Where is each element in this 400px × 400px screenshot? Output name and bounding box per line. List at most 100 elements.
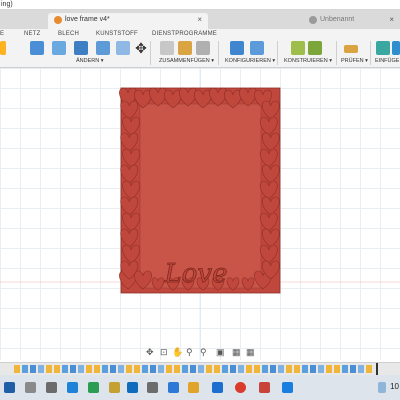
timeline-feature [14, 365, 20, 373]
edge-icon[interactable] [67, 382, 78, 393]
search-icon[interactable] [25, 382, 36, 393]
timeline-feature [206, 365, 212, 373]
timeline-feature [198, 365, 204, 373]
group-pruefen[interactable]: PRÜFEN ▾ [341, 58, 368, 64]
divider [277, 41, 278, 65]
as-built-joint-icon[interactable] [196, 41, 210, 55]
timeline-feature [366, 365, 372, 373]
ribbon-tab-blech[interactable]: BLECH [58, 31, 79, 37]
move-icon[interactable]: ✥ [134, 41, 148, 55]
timeline-feature [286, 365, 292, 373]
pan-icon[interactable]: ⊡ [160, 346, 168, 358]
press-pull-icon[interactable] [30, 41, 44, 55]
store-icon[interactable] [88, 382, 99, 393]
timeline-feature [110, 365, 116, 373]
timeline-feature [86, 365, 92, 373]
offset-plane-icon[interactable] [291, 41, 305, 55]
zoom-window-icon[interactable]: ⚲ [200, 346, 207, 358]
task-view-icon[interactable] [46, 382, 57, 393]
fillet-icon[interactable] [52, 41, 66, 55]
design-canvas[interactable]: Love [0, 68, 400, 360]
ribbon-tab-kunststoff[interactable]: KUNSTSTOFF [96, 31, 138, 37]
measure-icon[interactable] [344, 45, 358, 53]
joint-icon[interactable] [178, 41, 192, 55]
app-icon[interactable] [147, 382, 158, 393]
zoom-icon[interactable]: ⚲ [186, 346, 193, 358]
chrome-icon[interactable] [235, 382, 246, 393]
chamfer-icon[interactable] [74, 41, 88, 55]
explorer-icon[interactable] [109, 382, 120, 393]
scale-icon[interactable] [116, 41, 130, 55]
ribbon-tab-form[interactable]: E [0, 31, 4, 37]
timeline-feature [94, 365, 100, 373]
timeline[interactable] [0, 362, 400, 376]
new-component-icon[interactable] [160, 41, 174, 55]
orbit-icon[interactable]: ✥ [146, 346, 154, 358]
timeline-feature [22, 365, 28, 373]
timeline-feature [118, 365, 124, 373]
parameters-icon[interactable] [230, 41, 244, 55]
app-icon[interactable] [212, 382, 223, 393]
timeline-feature [30, 365, 36, 373]
close-icon[interactable]: × [197, 13, 202, 27]
timeline-feature [294, 365, 300, 373]
app-icon[interactable] [259, 382, 270, 393]
grid-icon[interactable]: ▦ [246, 346, 255, 358]
timeline-feature [158, 365, 164, 373]
start-icon[interactable] [4, 382, 15, 393]
timeline-feature [150, 365, 156, 373]
shell-icon[interactable] [96, 41, 110, 55]
timeline-feature [350, 365, 356, 373]
timeline-feature [70, 365, 76, 373]
weather-icon[interactable] [378, 382, 386, 393]
timeline-feature [62, 365, 68, 373]
close-icon[interactable]: × [389, 13, 394, 27]
address-strip: ing) [0, 0, 400, 10]
app-icon[interactable] [168, 382, 179, 393]
insert-mesh-icon[interactable] [392, 41, 400, 55]
timeline-feature [142, 365, 148, 373]
hand-icon[interactable]: ✋ [172, 346, 183, 358]
timeline-feature [310, 365, 316, 373]
configure-table-icon[interactable] [250, 41, 264, 55]
timeline-feature [230, 365, 236, 373]
timeline-feature [214, 365, 220, 373]
fusion-window: ing) love frame v4* × Unbenannt × E NETZ… [0, 0, 400, 400]
insert-icon[interactable] [376, 41, 390, 55]
fusion-icon[interactable] [282, 382, 293, 393]
group-einfuegen[interactable]: EINFÜGE [375, 58, 399, 64]
timeline-feature [342, 365, 348, 373]
timeline-feature [134, 365, 140, 373]
divider [336, 41, 337, 65]
tab-label: love frame v4* [65, 16, 110, 23]
tray-clock[interactable]: 10 [390, 382, 399, 391]
group-aendern[interactable]: ÄNDERN ▾ [76, 58, 104, 64]
navigation-bar: ✥ ⊡ ✋ ⚲ ⚲ ▣ ▦ ▦ [146, 346, 256, 358]
ribbon-tab-netz[interactable]: NETZ [24, 31, 40, 37]
divider [150, 41, 151, 65]
timeline-feature [222, 365, 228, 373]
timeline-feature [326, 365, 332, 373]
sketch-icon[interactable] [0, 41, 6, 55]
tab-love-frame[interactable]: love frame v4* × [48, 13, 208, 29]
timeline-feature [358, 365, 364, 373]
plane-angle-icon[interactable] [308, 41, 322, 55]
display-mode-icon[interactable]: ▣ [216, 346, 225, 358]
visual-style-icon[interactable]: ▦ [232, 346, 241, 358]
group-konstruieren[interactable]: KONSTRUIEREN ▾ [284, 58, 332, 64]
timeline-feature [174, 365, 180, 373]
tab-label: Unbenannt [320, 16, 355, 23]
ribbon-tab-dienstprogramme[interactable]: DIENSTPROGRAMME [152, 31, 217, 37]
timeline-feature [46, 365, 52, 373]
mail-icon[interactable] [127, 382, 138, 393]
timeline-feature [302, 365, 308, 373]
frame-model[interactable]: Love [0, 68, 400, 360]
timeline-feature [190, 365, 196, 373]
toolbar-ribbon: E NETZ BLECH KUNSTSTOFF DIENSTPROGRAMME … [0, 29, 400, 68]
app-icon[interactable] [188, 382, 199, 393]
timeline-feature [102, 365, 108, 373]
timeline-feature [254, 365, 260, 373]
group-konfigurieren[interactable]: KONFIGURIEREN ▾ [225, 58, 275, 64]
group-zusammenfuegen[interactable]: ZUSAMMENFÜGEN ▾ [159, 58, 214, 64]
tab-unbenannt[interactable]: Unbenannt × [303, 13, 400, 29]
